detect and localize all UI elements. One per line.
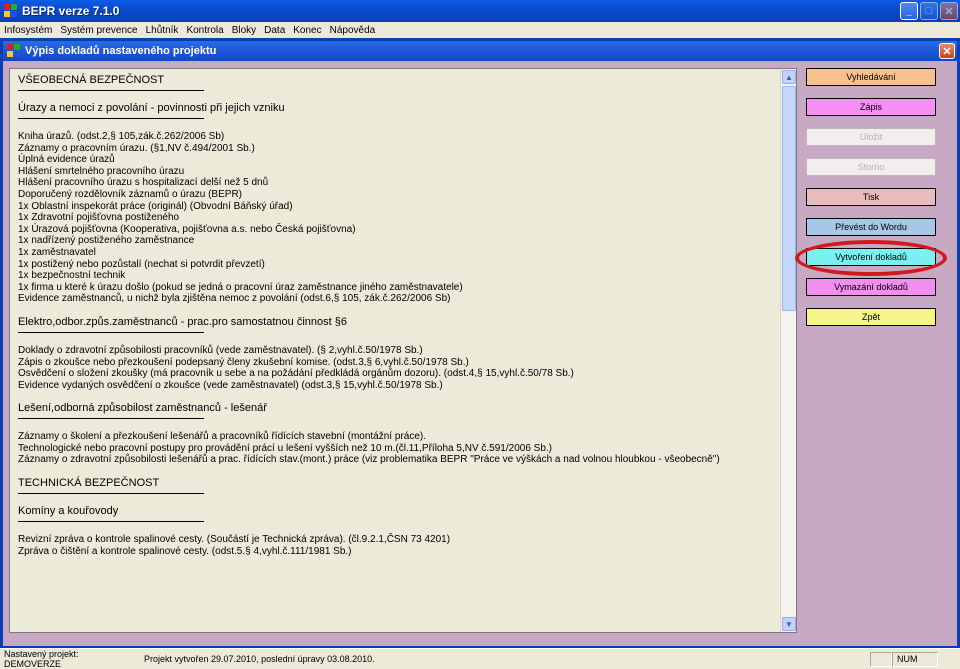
action-button-zp-t[interactable]: Zpět — [806, 308, 936, 326]
action-button-tisk[interactable]: Tisk — [806, 188, 936, 206]
menu-napoveda[interactable]: Nápověda — [330, 25, 376, 36]
menubar: Infosystém Systém prevence Lhůtník Kontr… — [0, 22, 960, 38]
action-button-vyhled-v-n-[interactable]: Vyhledávání — [806, 68, 936, 86]
section-rule — [18, 331, 204, 333]
document-line: Doporučený rozdělovník záznamů o úrazu (… — [18, 188, 242, 200]
document-line: 1x Oblastní inspekorát práce (originál) … — [18, 200, 293, 212]
status-project: Nastavený projekt: DEMOVERZE — [4, 649, 79, 669]
document-line: 1x Zdravotní pojišťovna postiženého — [18, 212, 180, 224]
status-created: Projekt vytvořen 29.07.2010, poslední úp… — [144, 654, 375, 664]
app-titlebar: BEPR verze 7.1.0 _ □ ✕ — [0, 0, 960, 22]
document-line: Záznamy o pracovním úrazu. (§1,NV č.494/… — [18, 142, 255, 154]
document-line: Technologické nebo pracovní postupy pro … — [18, 442, 553, 454]
close-button[interactable]: ✕ — [940, 2, 958, 20]
menu-kontrola[interactable]: Kontrola — [186, 25, 223, 36]
action-button-z-pis[interactable]: Zápis — [806, 98, 936, 116]
section-rule — [18, 521, 204, 523]
document-line: Hlášení pracovního úrazu s hospitalizací… — [18, 177, 269, 189]
app-title: BEPR verze 7.1.0 — [22, 4, 120, 18]
scroll-up-button[interactable]: ▲ — [782, 70, 796, 84]
child-title: Výpis dokladů nastaveného projektu — [25, 45, 217, 57]
action-button-storno[interactable]: Storno — [806, 158, 936, 176]
vertical-scrollbar[interactable]: ▲ ▼ — [780, 69, 796, 632]
status-num: NUM — [892, 651, 938, 667]
document-line: Kniha úrazů. (odst.2,§ 105,zák.č.262/200… — [18, 131, 225, 142]
chevron-up-icon: ▲ — [785, 72, 793, 82]
section-rule — [18, 493, 204, 495]
section-rule — [18, 90, 204, 91]
document-line: 1x zaměstnavatel — [18, 246, 96, 258]
child-titlebar: Výpis dokladů nastaveného projektu ✕ — [3, 41, 957, 61]
section-rule — [18, 418, 204, 420]
section-rule — [18, 118, 204, 119]
section-heading: Lešení,odborná způsobilost zaměstnanců -… — [18, 402, 267, 415]
document-line: Zápis o zkoušce nebo přezkoušení podepsa… — [18, 356, 469, 368]
document-line: 1x bezpečnostní technik — [18, 270, 126, 282]
section-heading: Elektro,odbor.způs.zaměstnanců - prac.pr… — [18, 315, 347, 328]
document-line: Hlášení smrtelného pracovního úrazu — [18, 165, 185, 177]
document-line: 1x firma u které k úrazu došlo (pokud se… — [18, 281, 463, 293]
section-heading: VŠEOBECNÁ BEZPEČNOST — [18, 74, 165, 86]
section-heading: TECHNICKÁ BEZPEČNOST — [18, 477, 160, 490]
action-button-vymaz-n-doklad-[interactable]: Vymazání dokladů — [806, 278, 936, 296]
document-line: Evidence zaměstnanců, u nichž byla zjišt… — [18, 293, 451, 305]
document-line: Zpráva o čištění a kontrole spalinové ce… — [18, 545, 352, 557]
document-line: Evidence vydaných osvědčení o zkoušce (v… — [18, 379, 443, 391]
minimize-button[interactable]: _ — [900, 2, 918, 20]
scroll-down-button[interactable]: ▼ — [782, 617, 796, 631]
maximize-button[interactable]: □ — [920, 2, 938, 20]
document-line: 1x Úrazová pojišťovna (Kooperativa, poji… — [18, 223, 356, 235]
menu-infosystem[interactable]: Infosystém — [4, 25, 52, 36]
menu-system-prevence[interactable]: Systém prevence — [60, 25, 137, 36]
minimize-icon: _ — [905, 5, 913, 17]
action-button-p-ev-st-do-wordu[interactable]: Převést do Wordu — [806, 218, 936, 236]
action-button-ulo-it[interactable]: Uložit — [806, 128, 936, 146]
menu-data[interactable]: Data — [264, 25, 285, 36]
menu-bloky[interactable]: Bloky — [232, 25, 256, 36]
section-heading: Úrazy a nemoci z povolání - povinnosti p… — [18, 102, 285, 114]
document-line: Doklady o zdravotní způsobilosti pracovn… — [18, 344, 423, 356]
section-heading: Komíny a kouřovody — [18, 505, 119, 518]
document-line: Záznamy o školení a přezkoušení lešenářů… — [18, 431, 426, 443]
child-close-button[interactable]: ✕ — [939, 43, 955, 59]
app-icon — [4, 4, 18, 18]
document-line: 1x nadřízený postiženého zaměstnance — [18, 235, 195, 247]
menu-konec[interactable]: Konec — [293, 25, 321, 36]
document-line: 1x postižený nebo pozůstalí (nechat si p… — [18, 258, 265, 270]
chevron-down-icon: ▼ — [785, 619, 793, 629]
statusbar: Nastavený projekt: DEMOVERZE Projekt vyt… — [0, 648, 960, 669]
child-icon — [7, 44, 21, 58]
menu-lhutnik[interactable]: Lhůtník — [146, 25, 179, 36]
maximize-icon: □ — [925, 5, 933, 17]
document-text: VŠEOBECNÁ BEZPEČNOST Úrazy a nemoci z pov… — [18, 74, 778, 569]
document-panel[interactable]: VŠEOBECNÁ BEZPEČNOST Úrazy a nemoci z pov… — [9, 68, 797, 633]
status-empty — [870, 651, 892, 667]
highlight-annotation — [795, 240, 947, 276]
document-line: Záznamy o zdravotní způsobilosti lešenář… — [18, 454, 720, 466]
document-line: Osvědčení o složení zkoušky (má pracovní… — [18, 368, 574, 380]
close-icon: ✕ — [944, 5, 954, 18]
close-icon: ✕ — [942, 45, 952, 58]
document-line: Revizní zpráva o kontrole spalinové cest… — [18, 534, 451, 546]
document-line: Úplná evidence úrazů — [18, 154, 115, 166]
scroll-thumb[interactable] — [782, 86, 796, 311]
